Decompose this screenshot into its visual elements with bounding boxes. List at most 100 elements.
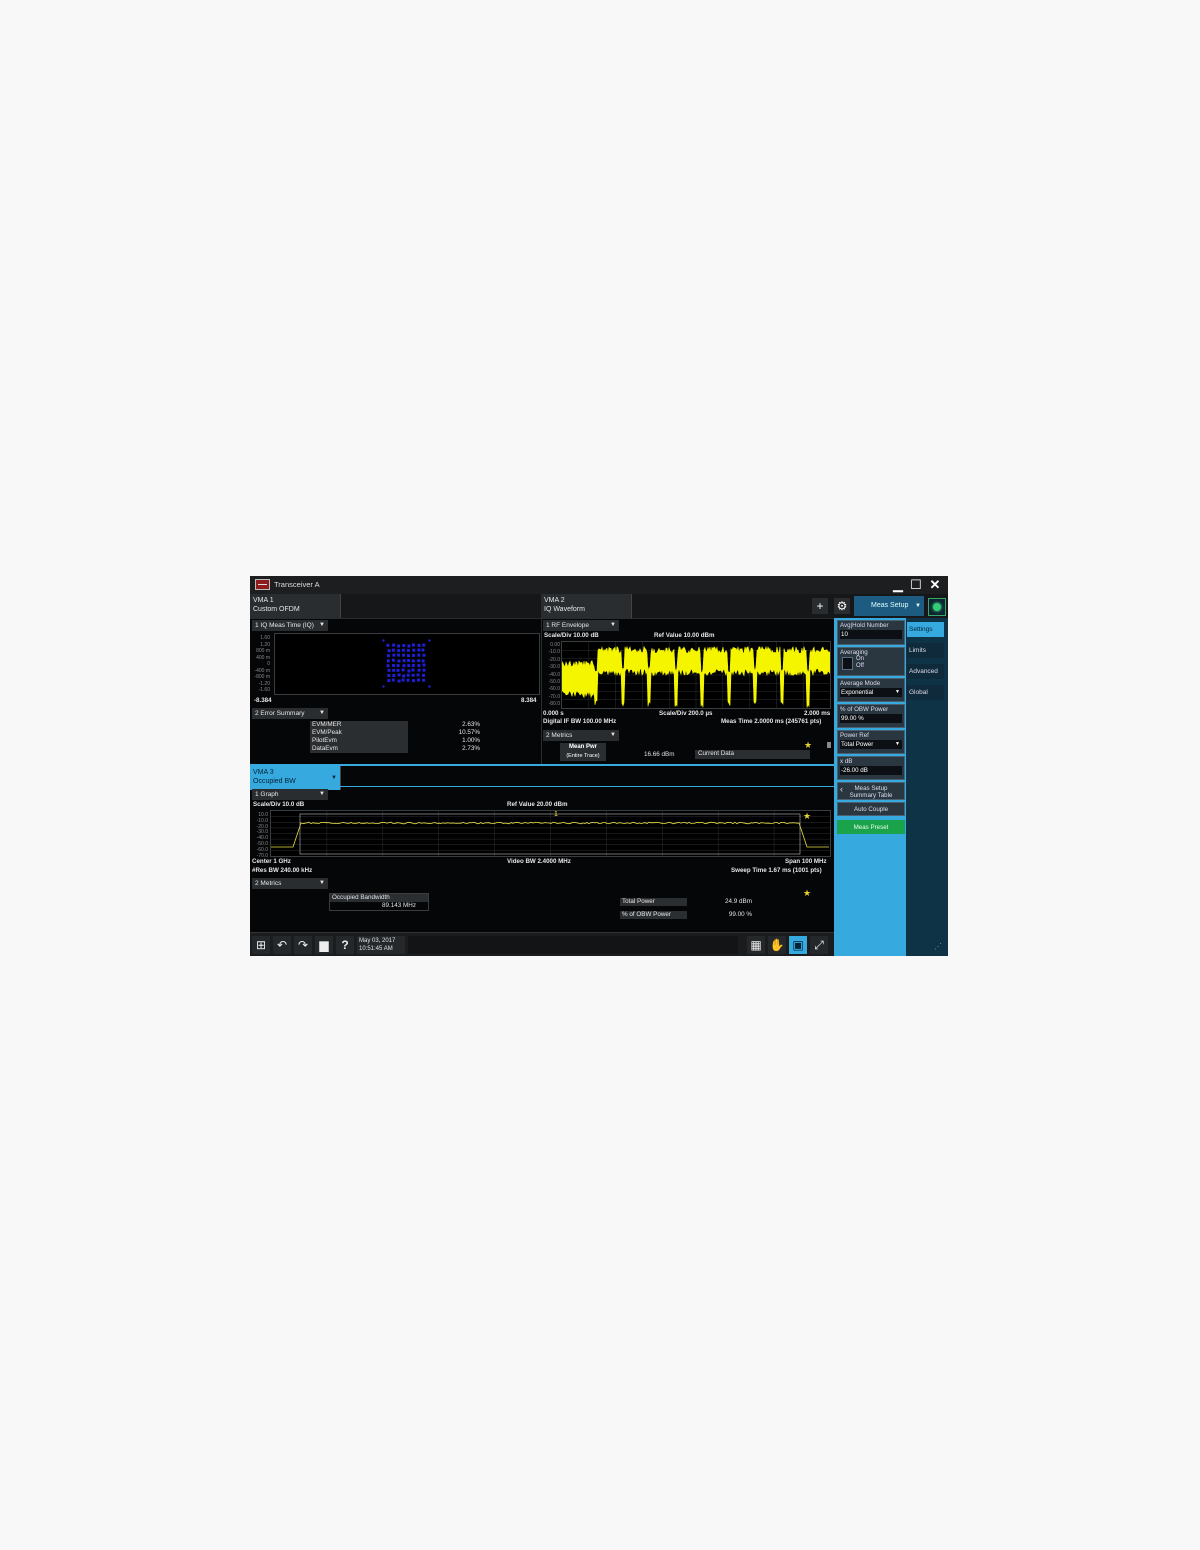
undo-icon[interactable]: ↶ xyxy=(273,936,291,954)
multi-window-icon[interactable]: ▣ xyxy=(789,936,807,954)
vma3-metrics-dropdown[interactable]: 2 Metrics ▼ xyxy=(252,878,328,889)
avg-hold-value[interactable]: 10 xyxy=(840,630,902,639)
constellation-point xyxy=(416,673,419,676)
rf-envelope-title: 1 RF Envelope xyxy=(546,622,589,629)
rf-meas-time: Meas Time 2.0000 ms (245761 pts) xyxy=(721,718,821,725)
constellation-point xyxy=(423,669,426,672)
meas-setup-summary-key[interactable]: ‹ Meas Setup Summary Table xyxy=(837,782,905,800)
folder-icon[interactable]: ▆ xyxy=(315,936,333,954)
constellation-point xyxy=(407,644,410,647)
rf-envelope-plot xyxy=(561,641,831,709)
occupied-bw-box: Occupied Bandwidth 89.143 MHz xyxy=(329,893,429,911)
table-row: PilotEvm 1.00% xyxy=(310,737,482,745)
minimize-icon[interactable]: ▁ xyxy=(890,577,906,593)
constellation-point xyxy=(407,664,410,667)
avg-hold-number-key[interactable]: Avg|Hold Number 10 xyxy=(837,620,905,645)
add-screen-icon[interactable]: + xyxy=(812,598,828,614)
chevron-down-icon: ▼ xyxy=(319,620,325,631)
y-tick-label: -60.0 xyxy=(542,686,560,692)
total-power-row: Total Power 24.9 dBm xyxy=(620,898,754,906)
obw-power-key[interactable]: % of OBW Power 99.00 % xyxy=(837,704,905,728)
title-bar: Transceiver A ▁ ☐ ✕ xyxy=(250,576,948,594)
constellation-point xyxy=(417,678,420,681)
y-tick-label: 1.60 xyxy=(252,635,270,641)
obw-power-label: % of OBW Power xyxy=(620,911,687,919)
touch-icon[interactable]: ✋ xyxy=(768,936,786,954)
constellation-point xyxy=(388,649,391,652)
iq-meas-title: 1 IQ Meas Time (IQ) xyxy=(255,622,314,629)
scroll-handle[interactable] xyxy=(827,742,831,748)
tab-global[interactable]: Global xyxy=(907,685,944,700)
constellation-point xyxy=(387,654,390,657)
toggle-switch[interactable] xyxy=(842,657,853,670)
help-icon[interactable]: ? xyxy=(336,936,354,954)
power-ref-value[interactable]: Total Power ▼ xyxy=(840,740,902,749)
obw-power-key-value[interactable]: 99.00 % xyxy=(840,714,902,723)
redo-icon[interactable]: ↷ xyxy=(294,936,312,954)
tab-settings[interactable]: Settings xyxy=(907,622,944,637)
fullscreen-icon[interactable]: ⤢ xyxy=(810,936,828,954)
chevron-down-icon: ▼ xyxy=(895,688,900,697)
tab-limits[interactable]: Limits xyxy=(907,643,944,658)
rf-envelope-dropdown[interactable]: 1 RF Envelope ▼ xyxy=(543,620,619,631)
obw-res-bw: #Res BW 240.00 kHz xyxy=(252,867,312,874)
averaging-key[interactable]: Averaging On Off xyxy=(837,647,905,676)
xdb-value[interactable]: -26.00 dB xyxy=(840,766,902,775)
windows-start-icon[interactable]: ⊞ xyxy=(252,936,270,954)
xdb-key[interactable]: x dB -26.00 dB xyxy=(837,756,905,780)
tab-vma1[interactable]: VMA 1 Custom OFDM xyxy=(250,594,341,618)
constellation-point xyxy=(417,659,420,662)
tab-advanced[interactable]: Advanced xyxy=(907,664,944,679)
constellation-point xyxy=(387,659,390,662)
total-power-value: 24.9 dBm xyxy=(725,898,752,905)
constellation-point xyxy=(392,679,395,682)
constellation-point xyxy=(392,644,395,647)
table-row: EVM/Peak 10.57% xyxy=(310,729,482,737)
star-icon[interactable]: ★ xyxy=(803,811,811,822)
maximize-icon[interactable]: ☐ xyxy=(908,577,924,593)
star-icon[interactable]: ★ xyxy=(803,888,811,899)
y-tick-label: -70.0 xyxy=(542,694,560,700)
occupied-bw-value: 89.143 MHz xyxy=(330,902,428,910)
resize-grip-icon[interactable]: ⋰ xyxy=(934,942,946,954)
constellation-point xyxy=(418,644,421,647)
power-ref-key[interactable]: Power Ref Total Power ▼ xyxy=(837,730,905,754)
constellation-svg xyxy=(275,634,539,694)
total-power-label: Total Power xyxy=(620,898,687,906)
rf-x-scale: Scale/Div 200.0 µs xyxy=(659,710,712,717)
gear-icon[interactable]: ⚙ xyxy=(834,598,850,614)
taskbar: ⊞ ↶ ↷ ▆ ? May 03, 2017 10:51:45 AM ▦ ✋ ▣… xyxy=(250,932,834,956)
graph-dropdown[interactable]: 1 Graph ▼ xyxy=(252,789,328,800)
obw-spectrum-svg xyxy=(271,811,830,856)
error-summary-dropdown[interactable]: 2 Error Summary ▼ xyxy=(252,708,328,719)
auto-couple-button[interactable]: Auto Couple xyxy=(837,802,905,816)
constellation-point xyxy=(421,649,424,652)
meas-setup-menu[interactable]: Meas Setup ▼ xyxy=(854,596,924,616)
avg-mode-value[interactable]: Exponential ▼ xyxy=(840,688,902,697)
rf-ref-label: Ref Value 10.00 dBm xyxy=(654,632,715,639)
obw-center-freq: Center 1 GHz xyxy=(252,858,291,865)
constellation-point xyxy=(398,680,401,683)
meas-preset-button[interactable]: Meas Preset xyxy=(837,820,905,834)
constellation-point xyxy=(397,654,400,657)
tab-vma2[interactable]: VMA 2 IQ Waveform xyxy=(541,594,632,618)
constellation-point xyxy=(412,679,415,682)
close-icon[interactable]: ✕ xyxy=(927,577,943,593)
rf-if-bw: Digital IF BW 100.00 MHz xyxy=(543,718,616,725)
average-mode-key[interactable]: Average Mode Exponential ▼ xyxy=(837,678,905,702)
y-tick-label: 0.00 xyxy=(542,642,560,648)
row-name: DataEvm xyxy=(310,745,408,753)
constellation-point xyxy=(402,654,405,657)
obw-spectrum-plot xyxy=(270,810,831,857)
y-tick-label: 1.20 xyxy=(252,642,270,648)
constellation-point xyxy=(392,669,395,672)
iq-meas-dropdown[interactable]: 1 IQ Meas Time (IQ) ▼ xyxy=(252,620,328,631)
grid-view-icon[interactable]: ▦ xyxy=(747,936,765,954)
star-icon[interactable]: ★ xyxy=(804,740,812,751)
y-tick-label: -1.60 xyxy=(252,687,270,693)
marker-1[interactable]: 1 xyxy=(554,811,558,818)
y-tick-label: -50.0 xyxy=(542,679,560,685)
constellation-point xyxy=(417,649,420,652)
vma2-metrics-dropdown[interactable]: 2 Metrics ▼ xyxy=(543,730,619,741)
rf-x-start: 0.000 s xyxy=(543,710,564,717)
